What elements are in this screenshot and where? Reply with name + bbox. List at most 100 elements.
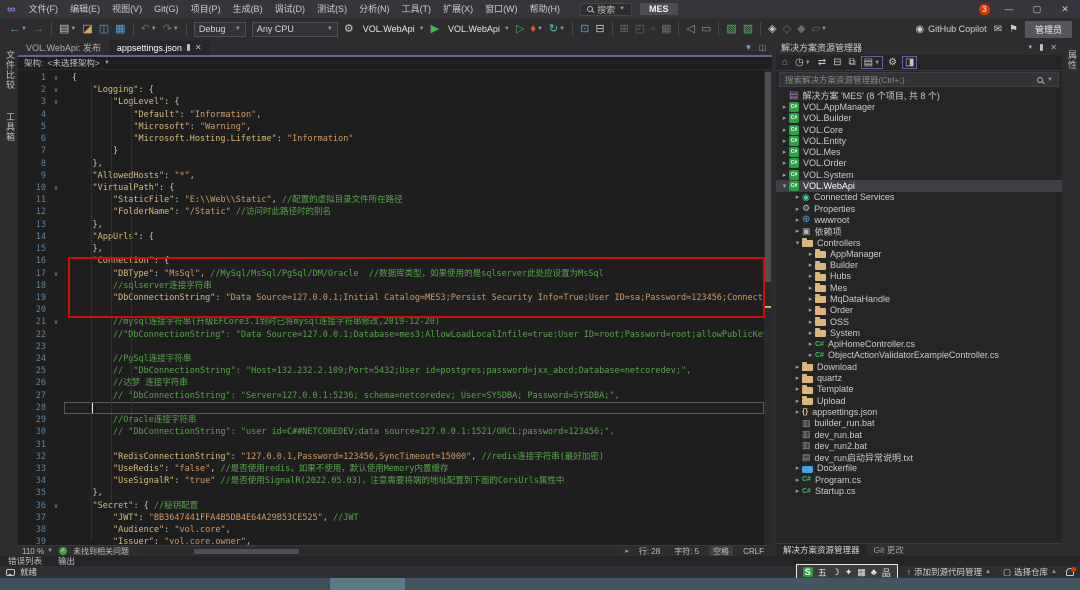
tree-item-quartz[interactable]: ▸quartz <box>776 372 1062 383</box>
find-in-files-icon[interactable]: ⊡ <box>578 20 591 38</box>
fold-collapse-icon[interactable]: ∨ <box>48 500 64 512</box>
code-line-29[interactable]: 29 //Oracle连接字符串 <box>18 414 764 426</box>
code-line-31[interactable]: 31 <box>18 439 764 451</box>
menu-窗口W[interactable]: 窗口(W) <box>479 0 524 18</box>
code-line-39[interactable]: 39 "Issuer": "vol.core.owner", <box>18 536 764 545</box>
title-search-box[interactable]: 搜索 ▼ <box>580 3 632 16</box>
configuration-dropdown[interactable]: Debug▼ <box>194 22 246 37</box>
start-debugging-label[interactable]: VOL.WebApi▼ <box>443 20 512 38</box>
code-line-24[interactable]: 24 //PgSql连接字符串 <box>18 353 764 365</box>
new-project-icon[interactable]: ▤▼ <box>57 20 78 38</box>
fold-collapse-icon[interactable]: ∨ <box>48 96 64 108</box>
side-tab-工具箱[interactable]: 工具箱 <box>4 106 17 148</box>
chevron-right-icon[interactable]: ▸ <box>793 408 802 416</box>
code-line-23[interactable]: 23 <box>18 341 764 353</box>
close-icon[interactable]: ✕ <box>1050 43 1057 52</box>
platform-dropdown[interactable]: Any CPU▼ <box>252 22 338 37</box>
tree-item-Startup.cs[interactable]: ▸C#Startup.cs <box>776 485 1062 496</box>
send-feedback-icon[interactable]: ✉ <box>994 24 1002 35</box>
bookmark-list-icon[interactable]: ▱▼ <box>810 20 829 38</box>
tree-item-Properties[interactable]: ▸⚙Properties <box>776 203 1062 214</box>
chevron-right-icon[interactable]: ▸ <box>793 363 802 371</box>
chevron-right-icon[interactable]: ▸ <box>780 171 789 179</box>
code-line-33[interactable]: 33 "UseRedis": "false", //是否使用redis，如果不使… <box>18 463 764 475</box>
chevron-right-icon[interactable]: ▸ <box>806 272 815 280</box>
chevron-right-icon[interactable]: ▸ <box>806 351 815 359</box>
tree-item-VOL.Mes[interactable]: ▸C#VOL.Mes <box>776 146 1062 157</box>
tree-item-OSS[interactable]: ▸OSS <box>776 316 1062 327</box>
status-spaces[interactable]: 空格 <box>709 546 733 557</box>
taskbar-active-app[interactable] <box>330 578 405 590</box>
code-line-11[interactable]: 11 "StaticFile": "E:\\Web\\Static", //配置… <box>18 194 764 206</box>
fold-collapse-icon[interactable]: ∨ <box>48 182 64 194</box>
fold-collapse-icon[interactable]: ∨ <box>48 84 64 96</box>
schema-breadcrumb[interactable]: 架构: <未选择架构> ▼ <box>18 57 772 70</box>
menu-视图V[interactable]: 视图(V) <box>106 0 148 18</box>
prev-bookmark-icon[interactable]: ◇ <box>781 20 793 38</box>
uncomment-icon[interactable]: ▨ <box>741 20 755 38</box>
document-tab-appsettings.json[interactable]: appsettings.json✕ <box>109 40 210 55</box>
chevron-right-icon[interactable]: ▸ <box>806 295 815 303</box>
preview-selected-icon[interactable]: ◨ <box>902 56 917 69</box>
night-mode-icon[interactable]: ☽ <box>832 567 840 578</box>
code-line-21[interactable]: 21∨ //mysql连接字符串(升级EFCore3.1到时已将mysql连接字… <box>18 316 764 328</box>
code-line-38[interactable]: 38 "Audience": "vol.core", <box>18 524 764 536</box>
code-line-36[interactable]: 36∨ "Secret": { //秘钥配置 <box>18 500 764 512</box>
github-copilot-button[interactable]: ◉ GitHub Copilot <box>915 24 986 35</box>
undo-icon[interactable]: ↶▼ <box>139 20 159 38</box>
comment-icon[interactable]: ▧ <box>724 20 738 38</box>
bookmark-icon[interactable]: ◈ <box>766 20 778 38</box>
code-line-10[interactable]: 10∨ "VirtualPath": { <box>18 182 764 194</box>
tree-item-Download[interactable]: ▸Download <box>776 361 1062 372</box>
tree-item-依赖项[interactable]: ▸▣依赖项 <box>776 226 1062 237</box>
tree-item-Dockerfile[interactable]: ▸Dockerfile <box>776 463 1062 474</box>
code-line-12[interactable]: 12 "FolderName": "/Static" //访问时此路径时的别名 <box>18 206 764 218</box>
bell-icon[interactable] <box>1066 568 1074 576</box>
tree-item-Order[interactable]: ▸Order <box>776 305 1062 316</box>
symbol-icon[interactable]: ✦ <box>845 567 853 578</box>
next-bookmark-icon[interactable]: ◆ <box>795 20 807 38</box>
document-health-icon[interactable]: ✓ <box>59 547 67 555</box>
code-line-9[interactable]: 9 "AllowedHosts": "*", <box>18 170 764 182</box>
chevron-down-icon[interactable]: ▾ <box>780 182 789 190</box>
step-icon[interactable]: ▫ <box>649 20 657 38</box>
navigate-forward-icon[interactable]: → <box>31 20 46 38</box>
tree-item-dev_run.bat[interactable]: ▥dev_run.bat <box>776 429 1062 440</box>
tree-item-AppManager[interactable]: ▸AppManager <box>776 248 1062 259</box>
tree-item-VOL.System[interactable]: ▸C#VOL.System <box>776 169 1062 180</box>
chevron-right-icon[interactable]: ▸ <box>806 261 815 269</box>
caret-down-icon[interactable]: ▼ <box>745 43 753 52</box>
sync-with-active-document-icon[interactable]: ⇄ <box>816 57 828 68</box>
sogou-logo-icon[interactable]: S <box>803 567 813 577</box>
document-tab-VOL.WebApi: 发布[interactable]: VOL.WebApi: 发布 <box>18 40 109 55</box>
fold-collapse-icon[interactable]: ∨ <box>48 72 64 84</box>
close-button[interactable]: ✕ <box>1056 4 1074 15</box>
code-line-37[interactable]: 37 "JWT": "BB3647441FFA4B5DB4E64A29B53CE… <box>18 512 764 524</box>
hot-reload-icon[interactable]: ♦▼ <box>528 20 545 38</box>
tree-item-System[interactable]: ▸System <box>776 327 1062 338</box>
notification-badge[interactable]: 3 <box>979 4 990 15</box>
select-repository-button[interactable]: ▢选择仓库▲ <box>1003 566 1057 578</box>
menu-编辑E[interactable]: 编辑(E) <box>64 0 106 18</box>
maximize-button[interactable]: ▢ <box>1028 4 1046 15</box>
pending-changes-icon[interactable]: ◷▼ <box>793 57 813 68</box>
chevron-right-icon[interactable]: ▸ <box>806 306 815 314</box>
menu-测试S[interactable]: 测试(S) <box>311 0 353 18</box>
open-folder-icon[interactable]: ◪ <box>80 20 94 38</box>
save-all-icon[interactable]: ▦ <box>113 20 127 38</box>
skin-icon[interactable]: ♣ <box>871 567 877 577</box>
chevron-right-icon[interactable]: ▸ <box>793 374 802 382</box>
soft-keyboard-icon[interactable]: ▦ <box>857 567 866 578</box>
chevron-right-icon[interactable]: ▸ <box>806 284 815 292</box>
memory-window-icon[interactable]: ▦ <box>659 20 673 38</box>
chevron-right-icon[interactable]: ▸ <box>793 216 802 224</box>
tree-item-VOL.WebApi[interactable]: ▾C#VOL.WebApi <box>776 180 1062 191</box>
tree-item-解决方案 'MES' (8 个项目, 共 8 个)[interactable]: ▤解决方案 'MES' (8 个项目, 共 8 个) <box>776 90 1062 101</box>
code-line-8[interactable]: 8 }, <box>18 158 764 170</box>
tree-item-builder_run.bat[interactable]: ▥builder_run.bat <box>776 418 1062 429</box>
indent-decrease-icon[interactable]: ◁ <box>684 20 696 38</box>
tree-item-VOL.Builder[interactable]: ▸C#VOL.Builder <box>776 113 1062 124</box>
chevron-right-icon[interactable]: ▸ <box>780 137 789 145</box>
code-line-26[interactable]: 26 //达梦 连接字符串 <box>18 377 764 389</box>
wrench-icon[interactable]: ⚙ <box>886 57 899 68</box>
